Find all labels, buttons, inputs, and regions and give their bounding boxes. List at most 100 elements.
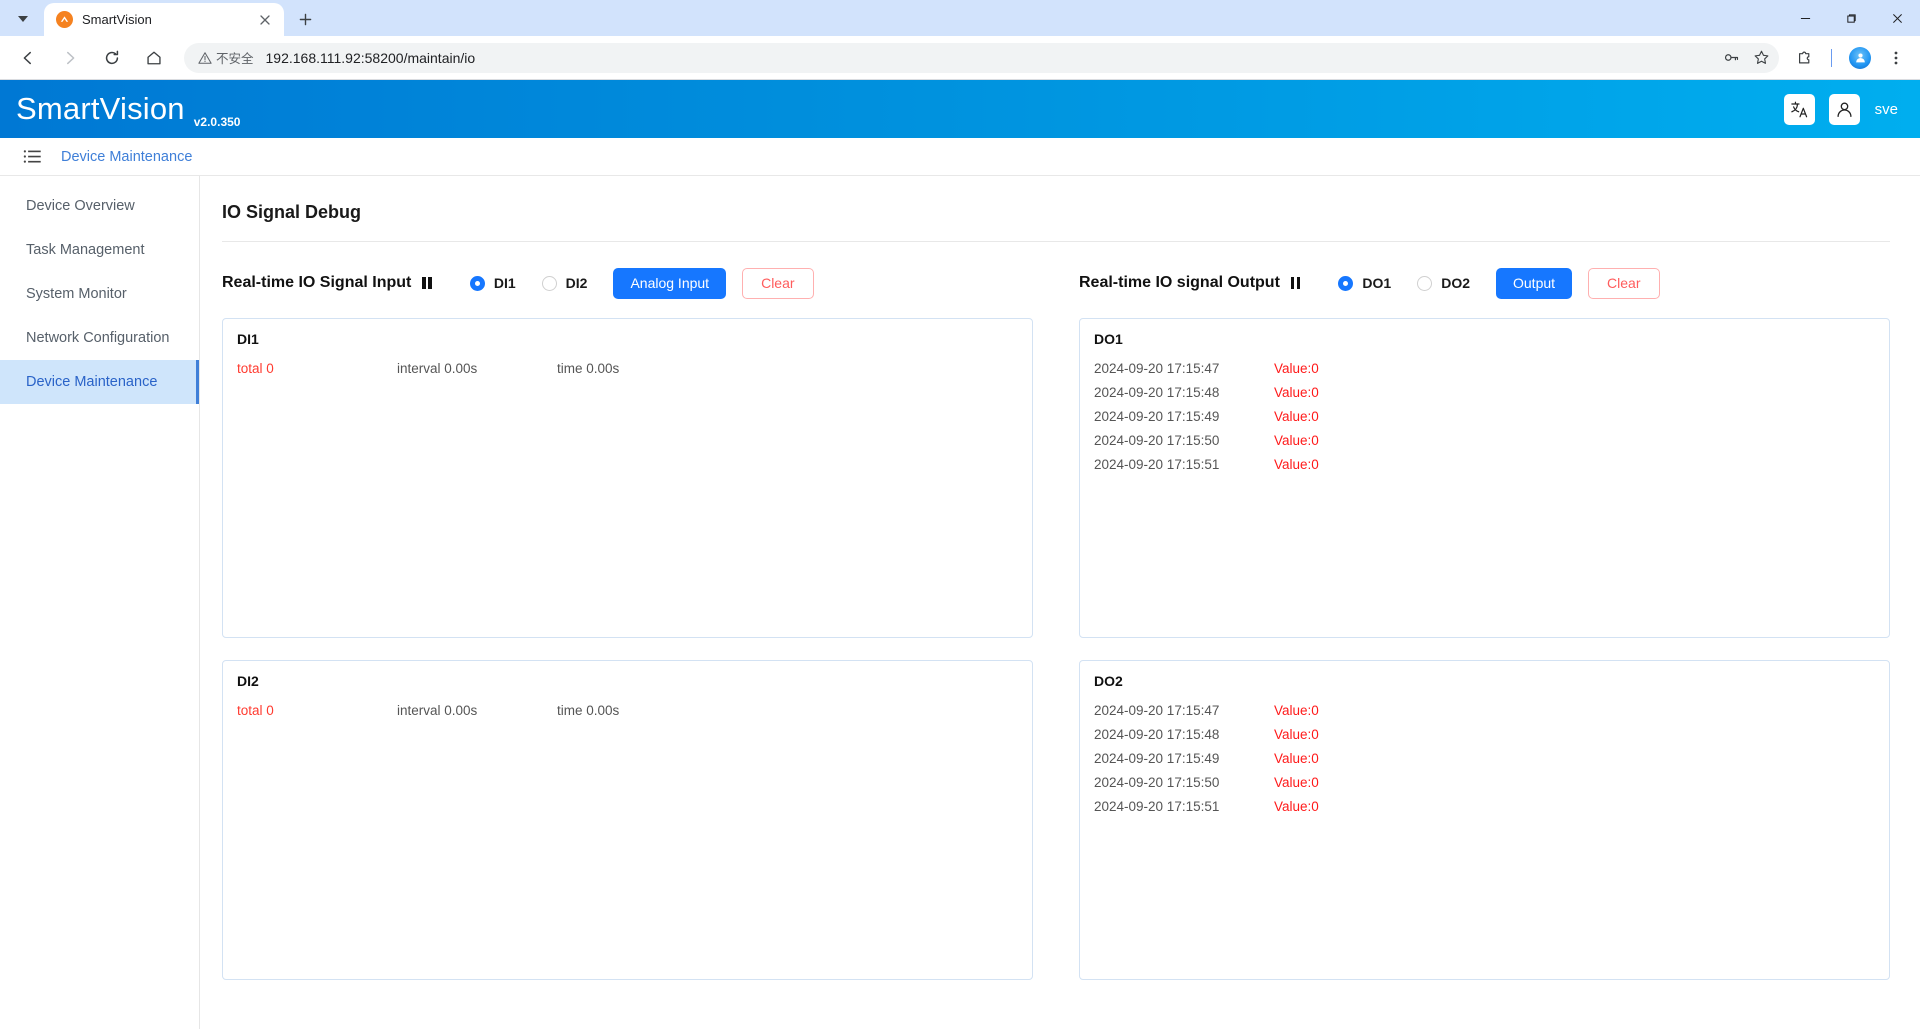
- three-dot-menu-icon[interactable]: [1880, 42, 1912, 74]
- forward-button[interactable]: [54, 42, 86, 74]
- radio-do2-label: DO2: [1441, 275, 1470, 291]
- log-row: 2024-09-20 17:15:50 Value:0: [1094, 775, 1875, 790]
- output-radio-group: DO1 DO2: [1338, 275, 1470, 291]
- radio-do2-indicator[interactable]: [1417, 275, 1433, 291]
- radio-do1-label: DO1: [1362, 275, 1392, 291]
- io-columns: Real-time IO Signal Input DI1 DI2 Analog…: [222, 266, 1890, 1002]
- log-timestamp: 2024-09-20 17:15:51: [1094, 799, 1220, 814]
- pause-icon[interactable]: [1290, 277, 1301, 289]
- security-indicator[interactable]: 不安全: [198, 48, 254, 67]
- log-row: 2024-09-20 17:15:48 Value:0: [1094, 727, 1875, 742]
- radio-di2-indicator[interactable]: [541, 275, 557, 291]
- input-clear-button[interactable]: Clear: [742, 267, 814, 299]
- panel-di2-stats: total 0 interval 0.00s time 0.00s: [237, 703, 1018, 718]
- radio-do1[interactable]: DO1: [1338, 275, 1391, 291]
- star-icon[interactable]: [1747, 44, 1775, 72]
- new-tab-button[interactable]: [290, 4, 320, 34]
- key-icon[interactable]: [1717, 44, 1745, 72]
- sidebar-item-task-management[interactable]: Task Management: [0, 228, 199, 272]
- home-button[interactable]: [138, 42, 170, 74]
- log-value: Value:0: [1274, 727, 1319, 742]
- puzzle-icon[interactable]: [1789, 42, 1821, 74]
- sidebar-item-label: Device Overview: [26, 198, 135, 214]
- breadcrumb-current[interactable]: Device Maintenance: [61, 149, 192, 165]
- log-timestamp: 2024-09-20 17:15:47: [1094, 703, 1220, 718]
- radio-do2[interactable]: DO2: [1417, 275, 1470, 291]
- do2-log-list: 2024-09-20 17:15:47 Value:0 2024-09-20 1…: [1094, 703, 1875, 814]
- log-timestamp: 2024-09-20 17:15:49: [1094, 409, 1220, 424]
- panel-di2: DI2 total 0 interval 0.00s time 0.00s: [222, 660, 1033, 980]
- log-row: 2024-09-20 17:15:49 Value:0: [1094, 409, 1875, 424]
- do1-log-list: 2024-09-20 17:15:47 Value:0 2024-09-20 1…: [1094, 361, 1875, 472]
- analog-input-button[interactable]: Analog Input: [613, 267, 727, 299]
- io-input-column: Real-time IO Signal Input DI1 DI2 Analog…: [222, 266, 1033, 1002]
- output-clear-button[interactable]: Clear: [1588, 267, 1660, 299]
- log-row: 2024-09-20 17:15:51 Value:0: [1094, 799, 1875, 814]
- header-username[interactable]: sve: [1875, 101, 1898, 118]
- io-output-column: Real-time IO signal Output DO1 DO2 Outpu…: [1079, 266, 1890, 1002]
- log-value: Value:0: [1274, 457, 1319, 472]
- log-value: Value:0: [1274, 409, 1319, 424]
- security-label: 不安全: [216, 52, 254, 66]
- omnibox-actions: [1717, 43, 1775, 73]
- di2-time: time 0.00s: [557, 703, 620, 718]
- log-timestamp: 2024-09-20 17:15:48: [1094, 727, 1220, 742]
- sidebar-item-system-monitor[interactable]: System Monitor: [0, 272, 199, 316]
- output-section-title: Real-time IO signal Output: [1079, 274, 1280, 291]
- log-value: Value:0: [1274, 703, 1319, 718]
- main-content: IO Signal Debug Real-time IO Signal Inpu…: [200, 176, 1920, 1029]
- panel-di1-title: DI1: [237, 331, 259, 347]
- sidebar-item-network-configuration[interactable]: Network Configuration: [0, 316, 199, 360]
- radio-di1-indicator[interactable]: [469, 275, 485, 291]
- log-timestamp: 2024-09-20 17:15:50: [1094, 775, 1220, 790]
- reload-button[interactable]: [96, 42, 128, 74]
- address-bar[interactable]: 不安全 192.168.111.92:58200/maintain/io: [184, 42, 1779, 73]
- close-icon[interactable]: [256, 11, 274, 29]
- translate-icon[interactable]: [1783, 93, 1815, 125]
- user-icon[interactable]: [1828, 93, 1860, 125]
- output-button[interactable]: Output: [1496, 267, 1573, 299]
- back-button[interactable]: [12, 42, 44, 74]
- window-maximize-button[interactable]: [1828, 2, 1874, 34]
- window-minimize-button[interactable]: [1782, 2, 1828, 34]
- log-row: 2024-09-20 17:15:51 Value:0: [1094, 457, 1875, 472]
- di2-total: total 0: [237, 703, 274, 718]
- window-close-button[interactable]: [1874, 2, 1920, 34]
- sidebar-item-label: Device Maintenance: [26, 374, 158, 390]
- panel-di1: DI1 total 0 interval 0.00s time 0.00s: [222, 318, 1033, 638]
- log-value: Value:0: [1274, 433, 1319, 448]
- panel-di2-title: DI2: [237, 673, 259, 689]
- sidebar: Device Overview Task Management System M…: [0, 176, 200, 1029]
- input-control-row: Real-time IO Signal Input DI1 DI2 Analog…: [222, 266, 1033, 300]
- tab-title: SmartVision: [82, 12, 152, 27]
- pause-icon[interactable]: [422, 277, 432, 289]
- log-row: 2024-09-20 17:15:47 Value:0: [1094, 361, 1875, 376]
- log-timestamp: 2024-09-20 17:15:51: [1094, 457, 1220, 472]
- sidebar-item-device-overview[interactable]: Device Overview: [0, 184, 199, 228]
- list-menu-icon[interactable]: [22, 146, 43, 167]
- app-header: SmartVision v2.0.350 sve: [0, 80, 1920, 138]
- body-row: Device Overview Task Management System M…: [0, 176, 1920, 1029]
- log-row: 2024-09-20 17:15:48 Value:0: [1094, 385, 1875, 400]
- log-timestamp: 2024-09-20 17:15:48: [1094, 385, 1220, 400]
- log-timestamp: 2024-09-20 17:15:50: [1094, 433, 1220, 448]
- title-divider: [222, 241, 1890, 242]
- browser-tabstrip: SmartVision: [0, 0, 1920, 36]
- window-controls: [1782, 0, 1920, 36]
- page-title: IO Signal Debug: [222, 202, 362, 222]
- input-section-title: Real-time IO Signal Input: [222, 274, 412, 291]
- application-root: SmartVision v2.0.350 sve Device Maintena…: [0, 80, 1920, 1029]
- radio-di2[interactable]: DI2: [541, 275, 587, 291]
- panel-do1: DO1 2024-09-20 17:15:47 Value:0 2024-09-…: [1079, 318, 1890, 638]
- profile-avatar-icon[interactable]: [1844, 42, 1876, 74]
- panel-do1-title: DO1: [1094, 331, 1123, 347]
- browser-tab[interactable]: SmartVision: [44, 3, 284, 36]
- radio-do1-indicator[interactable]: [1338, 275, 1354, 291]
- log-value: Value:0: [1274, 775, 1319, 790]
- sidebar-item-device-maintenance[interactable]: Device Maintenance: [0, 360, 199, 404]
- log-row: 2024-09-20 17:15:47 Value:0: [1094, 703, 1875, 718]
- app-version: v2.0.350: [193, 115, 241, 129]
- radio-di1[interactable]: DI1: [469, 275, 516, 291]
- toolbar-divider: [1831, 48, 1832, 67]
- tab-search-button[interactable]: [4, 5, 42, 33]
